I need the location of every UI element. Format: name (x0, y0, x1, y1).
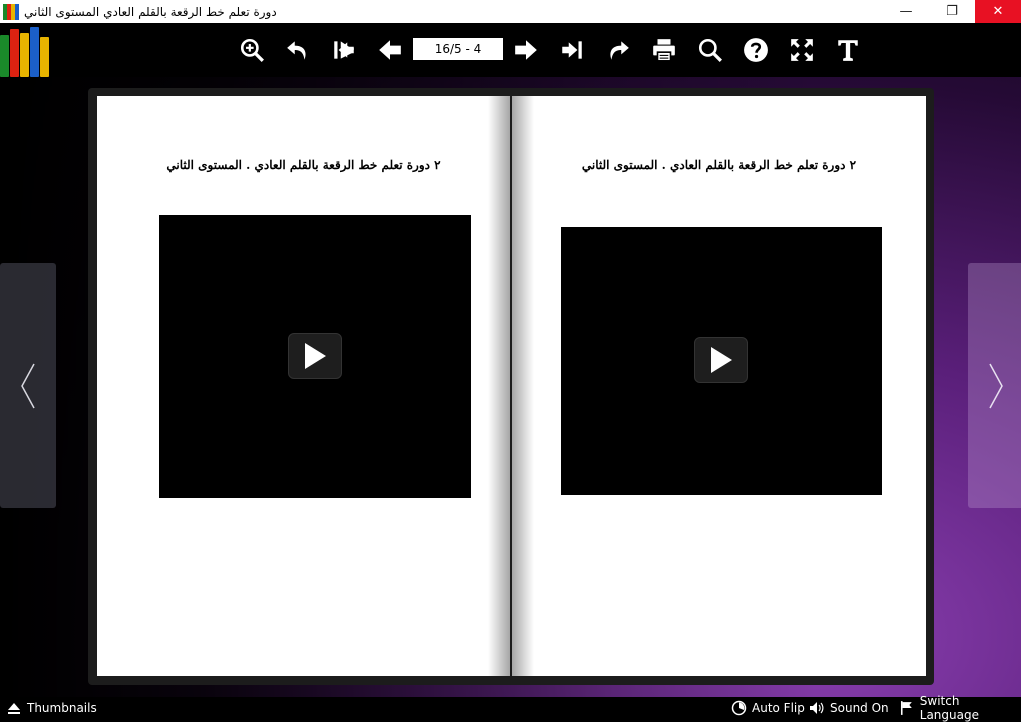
flag-icon (900, 701, 912, 715)
search-icon[interactable] (696, 36, 724, 64)
help-icon[interactable] (742, 36, 770, 64)
books-logo (0, 25, 56, 77)
first-page-icon[interactable] (330, 36, 358, 64)
toolbar (0, 23, 1021, 77)
zoom-in-icon[interactable] (238, 36, 266, 64)
fullscreen-icon[interactable] (788, 36, 816, 64)
page-heading: ٢ دورة تعلم خط الرقعة بالقلم العادي . ال… (166, 158, 441, 172)
play-icon (305, 343, 326, 369)
sound-toggle[interactable]: Sound On (809, 697, 889, 719)
speaker-icon (810, 702, 824, 714)
thumbnails-label: Thumbnails (27, 701, 97, 715)
play-icon (711, 347, 732, 373)
bottom-bar: Thumbnails Auto Flip Sound On Switch Lan… (0, 694, 1021, 722)
title-bar: دورة تعلم خط الرقعة بالقلم العادي المستو… (0, 0, 1021, 23)
eject-icon (8, 703, 20, 714)
chevron-left-icon (21, 363, 35, 408)
play-button[interactable] (288, 333, 342, 379)
app-icon (3, 3, 19, 20)
right-page[interactable]: ٢ دورة تعلم خط الرقعة بالقلم العادي . ال… (512, 96, 926, 676)
next-page-icon[interactable] (512, 36, 540, 64)
flipbook: ٢ دورة تعلم خط الرقعة بالقلم العادي . ال… (88, 88, 934, 685)
previous-page-side-button[interactable] (0, 263, 56, 508)
play-button[interactable] (694, 337, 748, 383)
video-player[interactable] (561, 227, 882, 495)
thumbnails-button[interactable]: Thumbnails (6, 697, 97, 719)
switch-language-button[interactable]: Switch Language (899, 694, 1021, 722)
previous-page-icon[interactable] (376, 36, 404, 64)
auto-flip-button[interactable]: Auto Flip (731, 697, 805, 719)
restore-button[interactable]: ❐ (929, 0, 975, 23)
next-page-side-button[interactable] (968, 263, 1021, 508)
clock-icon (731, 700, 747, 716)
page-heading: ٢ دورة تعلم خط الرقعة بالقلم العادي . ال… (581, 158, 857, 172)
share-icon[interactable] (604, 36, 632, 64)
page-number-input[interactable] (413, 38, 503, 60)
close-button[interactable]: ✕ (975, 0, 1021, 23)
last-page-icon[interactable] (558, 36, 586, 64)
switch-language-label: Switch Language (919, 694, 979, 722)
print-icon[interactable] (650, 36, 678, 64)
sound-label: Sound On (830, 701, 889, 715)
chevron-right-icon (989, 363, 1003, 408)
left-page[interactable]: ٢ دورة تعلم خط الرقعة بالقلم العادي . ال… (97, 96, 510, 676)
minimize-button[interactable]: — (883, 0, 929, 23)
book-stage: ٢ دورة تعلم خط الرقعة بالقلم العادي . ال… (0, 77, 1021, 697)
window-title: دورة تعلم خط الرقعة بالقلم العادي المستو… (24, 4, 277, 19)
undo-icon[interactable] (284, 36, 312, 64)
auto-flip-label: Auto Flip (752, 701, 805, 715)
text-icon[interactable] (834, 36, 862, 64)
video-player[interactable] (159, 215, 471, 498)
